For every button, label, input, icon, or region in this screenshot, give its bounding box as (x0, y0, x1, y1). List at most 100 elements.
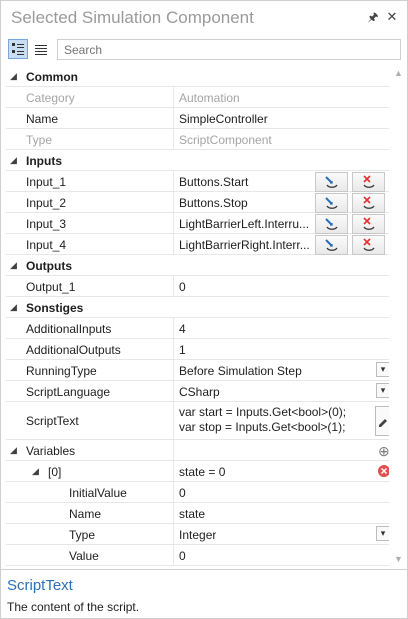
property-name: Name (26, 112, 59, 126)
property-name: AdditionalOutputs (26, 343, 121, 357)
category-label: Inputs (26, 154, 62, 168)
property-row-var-type[interactable]: Type Integer ▾ (6, 524, 389, 545)
property-panel: Selected Simulation Component 🖈 ✕ Search… (0, 0, 408, 619)
property-row-variables[interactable]: ◢ Variables ⊕ (6, 440, 389, 461)
property-row-script-language[interactable]: ScriptLanguage CSharp ▾ (6, 381, 389, 402)
connect-button[interactable] (315, 214, 348, 234)
connect-icon (325, 197, 338, 209)
disconnect-icon (363, 238, 375, 251)
close-icon[interactable]: ✕ (385, 10, 399, 24)
list-icon (35, 45, 47, 55)
collapse-icon[interactable]: ◢ (32, 466, 39, 477)
property-row-output-1[interactable]: Output_1 0 (6, 276, 389, 297)
help-panel: ScriptText The content of the script. (1, 569, 407, 618)
property-grid: ◢ Common Category Automation Name Simple… (6, 66, 389, 566)
property-row-script-text[interactable]: ScriptText var start = Inputs.Get<bool>(… (6, 402, 389, 440)
property-value: ScriptComponent (179, 133, 272, 147)
property-name: [0] (48, 465, 62, 479)
connect-button[interactable] (315, 235, 348, 255)
property-name: Type (26, 133, 53, 147)
collapse-icon[interactable]: ◢ (10, 445, 17, 456)
remove-item-icon[interactable] (377, 464, 389, 478)
property-row-additional-outputs[interactable]: AdditionalOutputs 1 (6, 339, 389, 360)
property-value[interactable]: state (179, 507, 205, 521)
categorized-view-button[interactable] (8, 39, 28, 59)
pencil-icon (379, 419, 387, 427)
property-value: Automation (179, 91, 240, 105)
property-value[interactable]: SimpleController (179, 112, 268, 126)
property-row-running-type[interactable]: RunningType Before Simulation Step ▾ (6, 360, 389, 381)
pin-icon[interactable]: 🖈 (366, 10, 380, 24)
property-name: RunningType (26, 364, 97, 378)
script-text-line[interactable]: var stop = Inputs.Get<bool>(1); (179, 420, 371, 434)
property-value[interactable]: 0 (179, 549, 186, 563)
categorized-icon (12, 43, 24, 55)
scroll-up-icon[interactable]: ▲ (394, 68, 403, 78)
disconnect-button[interactable] (352, 214, 385, 234)
search-input[interactable] (57, 39, 401, 60)
property-row-type[interactable]: Type ScriptComponent (6, 129, 389, 150)
property-value[interactable]: 0 (179, 280, 186, 294)
property-value[interactable]: Buttons.Start (179, 175, 315, 189)
disconnect-button[interactable] (352, 172, 385, 192)
vertical-scrollbar[interactable]: ▲ ▼ (391, 66, 405, 568)
collapse-icon[interactable]: ◢ (10, 302, 17, 313)
property-name: AdditionalInputs (26, 322, 112, 336)
property-name: Input_4 (26, 238, 67, 252)
connect-button[interactable] (315, 172, 348, 192)
disconnect-icon (363, 196, 375, 209)
property-row-input-2[interactable]: Input_2 Buttons.Stop (6, 192, 389, 213)
property-row-category[interactable]: Category Automation (6, 87, 389, 108)
property-name: Input_3 (26, 217, 67, 231)
type-select[interactable]: Integer (179, 528, 216, 542)
help-description: The content of the script. (7, 600, 140, 614)
add-item-icon[interactable]: ⊕ (378, 443, 389, 460)
connect-icon (325, 218, 338, 230)
collapse-icon[interactable]: ◢ (10, 260, 17, 271)
category-label: Sonstiges (26, 301, 84, 315)
help-title: ScriptText (7, 577, 73, 594)
property-row-name[interactable]: Name SimpleController (6, 108, 389, 129)
property-name: Input_2 (26, 196, 67, 210)
connect-button[interactable] (315, 193, 348, 213)
script-language-select[interactable]: CSharp (179, 385, 220, 399)
property-row-input-4[interactable]: Input_4 LightBarrierRight.Interr... (6, 234, 389, 255)
property-value[interactable]: LightBarrierRight.Interr... (179, 238, 315, 252)
category-label: Outputs (26, 259, 72, 273)
dropdown-arrow-icon[interactable]: ▾ (376, 383, 389, 398)
collapse-icon[interactable]: ◢ (10, 71, 17, 82)
alphabetical-view-button[interactable] (31, 39, 51, 59)
property-row-input-1[interactable]: Input_1 Buttons.Start (6, 171, 389, 192)
property-row-input-3[interactable]: Input_3 LightBarrierLeft.Interru... (6, 213, 389, 234)
category-label: Common (26, 70, 78, 84)
connect-icon (325, 239, 338, 251)
property-value[interactable]: Buttons.Stop (179, 196, 315, 210)
property-value: state = 0 (179, 465, 226, 479)
property-value[interactable]: 0 (179, 486, 186, 500)
category-inputs[interactable]: ◢ Inputs (6, 150, 389, 171)
property-row-additional-inputs[interactable]: AdditionalInputs 4 (6, 318, 389, 339)
collapse-icon[interactable]: ◢ (10, 155, 17, 166)
property-row-var-name[interactable]: Name state (6, 503, 389, 524)
property-value[interactable]: 1 (179, 343, 186, 357)
property-value[interactable]: LightBarrierLeft.Interru... (179, 217, 315, 231)
property-row-variable-0[interactable]: ◢ [0] state = 0 (6, 461, 389, 482)
edit-script-button[interactable] (375, 406, 389, 436)
dropdown-arrow-icon[interactable]: ▾ (376, 526, 389, 541)
property-row-var-value[interactable]: Value 0 (6, 545, 389, 566)
property-name: InitialValue (69, 486, 127, 500)
property-value[interactable]: 4 (179, 322, 186, 336)
script-text-line[interactable]: var start = Inputs.Get<bool>(0); (179, 405, 371, 419)
running-type-select[interactable]: Before Simulation Step (179, 364, 302, 378)
category-outputs[interactable]: ◢ Outputs (6, 255, 389, 276)
title-bar: Selected Simulation Component 🖈 ✕ (1, 1, 407, 35)
property-row-initial-value[interactable]: InitialValue 0 (6, 482, 389, 503)
disconnect-button[interactable] (352, 193, 385, 213)
scroll-down-icon[interactable]: ▼ (394, 554, 403, 564)
property-name: Name (69, 507, 102, 521)
dropdown-arrow-icon[interactable]: ▾ (376, 362, 389, 377)
category-common[interactable]: ◢ Common (6, 66, 389, 87)
category-sonstiges[interactable]: ◢ Sonstiges (6, 297, 389, 318)
disconnect-button[interactable] (352, 235, 385, 255)
property-name: Input_1 (26, 175, 67, 189)
